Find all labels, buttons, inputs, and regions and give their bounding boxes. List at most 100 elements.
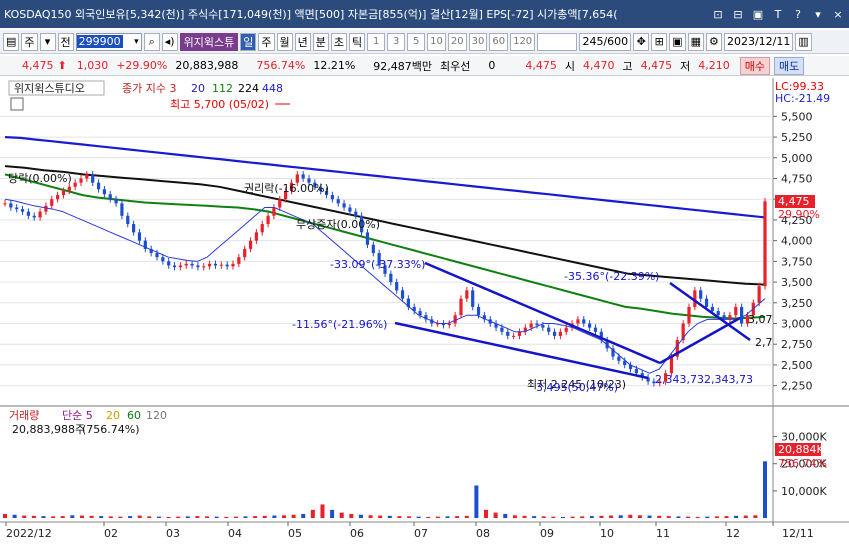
volume-bar [657,515,662,518]
date-input[interactable]: 2023/12/11 [723,32,794,51]
volume-bar [435,516,440,518]
table-icon[interactable]: ▦ [687,32,704,51]
interval-120[interactable]: 120 [510,32,536,51]
volume-bar [512,515,517,518]
volume-bar [695,516,700,518]
x-tick-label: 2022/12 [6,527,52,540]
stock-code-input[interactable]: 299900 ▾ [75,32,142,51]
volume-ma120-legend: 120 [146,409,167,422]
interval-3[interactable]: 3 [387,32,406,51]
period-year[interactable]: 년 [294,32,311,51]
buy-button[interactable]: 매수 [739,56,771,75]
candle-body [400,290,405,299]
overlay-icon[interactable]: ⊞ [651,32,668,51]
open-value: 4,470 [583,59,615,72]
maximize-icon[interactable]: ▣ [751,7,765,21]
open-label: 시 [564,59,576,73]
quote-bar: 4,475 ⬆ 1,030 +29.90% 20,883,988 756.74%… [0,56,849,76]
interval-1[interactable]: 1 [367,32,386,51]
stock-name-label[interactable]: 위지윅스튜 [179,32,239,51]
minimize-icon[interactable]: ⊟ [731,7,745,21]
volume-tag-text: 20,884K [778,443,824,456]
candle-body [3,203,7,205]
annotation-capital: 무상증자(0.00%) [296,218,380,231]
candle-body [512,335,516,337]
volume-bar [676,516,681,518]
speaker-icon[interactable]: ◂) [161,32,178,51]
code-dropdown-icon[interactable]: ▾ [134,37,141,47]
volume-bar [416,516,421,518]
y-tick-label: 4,000 [781,235,813,248]
type-select[interactable]: 주 [21,32,38,51]
candle-body [389,273,393,283]
volume-ratio: 756.74% [256,59,306,72]
grid-toggle-icon[interactable] [10,97,24,111]
candle-body [728,315,732,320]
annotation-high: 최고 5,700 (05/02) [170,98,269,111]
all-button[interactable]: 전 [57,32,74,51]
volume-bar [666,516,671,518]
up-arrow-icon: ⬆ [57,59,67,72]
volume-bar [147,516,152,518]
volume-bar [637,515,642,518]
settings-icon[interactable]: ⚙ [705,32,722,51]
volume-bar [493,512,498,518]
period-second[interactable]: 초 [330,32,348,51]
volume-text: 20,883,988주 [12,423,85,436]
candle-body [85,174,89,179]
count-display[interactable]: 245/600 [579,32,632,51]
volume-bar [609,515,614,518]
annotation-trend2: -11.56°(-21.96%) [292,318,387,331]
print-icon[interactable]: ▤ [3,32,20,51]
volume-bar [647,515,652,518]
candle-body [722,315,726,320]
calendar-icon[interactable]: ▥ [795,32,812,51]
sell-button[interactable]: 매도 [774,56,805,75]
dropdown-icon[interactable]: ▾ [811,7,825,21]
period-tick[interactable]: 틱 [349,32,366,51]
volume-bar [753,515,758,518]
restore-icon[interactable]: ⊡ [711,7,725,21]
period-month[interactable]: 월 [276,32,293,51]
interval-custom-input[interactable] [537,32,578,51]
candle-body [108,194,112,200]
save-icon[interactable]: ▣ [669,32,686,51]
volume-bar [560,516,565,518]
x-tick-label: 06 [350,527,364,540]
candle-body [225,264,229,267]
close-icon[interactable]: × [831,7,845,21]
interval-5[interactable]: 5 [407,32,426,51]
candle-body [196,265,200,268]
volume-bar [743,515,748,518]
interval-10[interactable]: 10 [427,32,446,51]
period-minute[interactable]: 분 [312,32,329,51]
text-icon[interactable]: T [771,7,785,21]
candle-body [476,306,481,316]
volume-bar [320,504,325,518]
candle-body [687,306,691,324]
crosshair-icon[interactable]: ✥ [633,32,650,51]
help-icon[interactable]: ? [791,7,805,21]
volume-bar [358,514,363,518]
interval-60[interactable]: 60 [489,32,509,51]
volume-bar [349,513,354,518]
volume-bar [195,516,200,518]
candle-body [96,182,101,190]
interval-30[interactable]: 30 [468,32,488,51]
search-icon[interactable]: ⌕ [143,32,160,51]
period-week[interactable]: 주 [258,32,275,51]
low-label: 저 [680,59,691,73]
type-dropdown-icon[interactable]: ▾ [39,32,56,51]
volume-label: 거래량 [9,409,39,422]
candle-body [517,331,522,336]
chart-area[interactable]: 5,5005,2505,0004,7504,5004,2504,0003,750… [0,78,849,544]
interval-20[interactable]: 20 [447,32,467,51]
candle-body [348,207,352,212]
chart-svg[interactable]: 5,5005,2505,0004,7504,5004,2504,0003,750… [0,78,849,544]
annotation-rights: 권리락(-16.00%) [244,182,329,195]
candle-body [132,224,136,233]
period-day[interactable]: 일 [240,32,257,51]
volume-bar [599,515,604,518]
candle-body [219,264,223,266]
candle-body [91,174,95,183]
